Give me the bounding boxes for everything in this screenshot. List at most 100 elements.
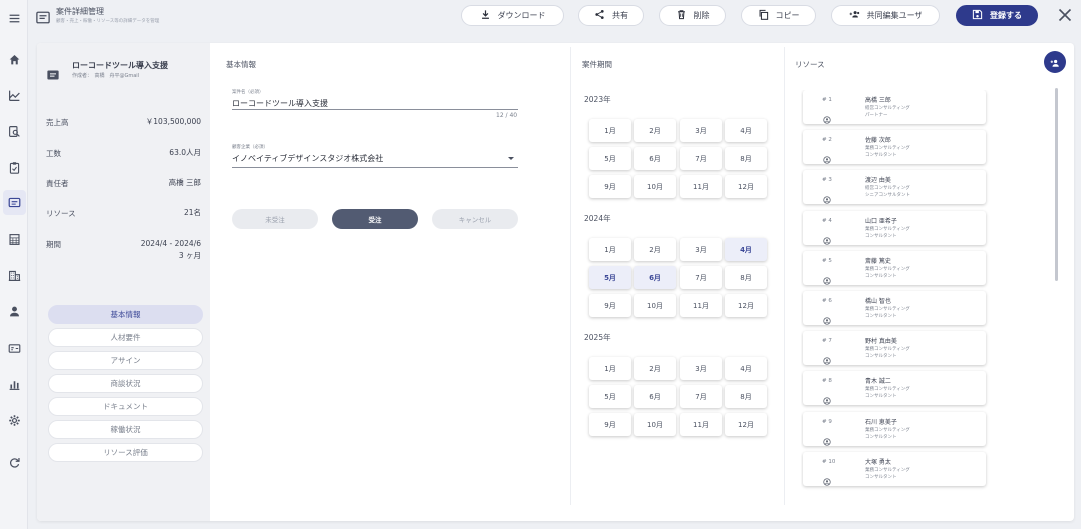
share-button[interactable]: 共有 bbox=[578, 5, 644, 26]
month-button[interactable]: 11月 bbox=[680, 294, 722, 317]
clipboard-icon[interactable] bbox=[4, 157, 24, 177]
tab-resource-evaluation[interactable]: リソース評価 bbox=[48, 443, 203, 462]
tab-assign[interactable]: アサイン bbox=[48, 351, 203, 370]
resource-item[interactable]: # 2 佐藤 次郎 業務コンサルティング コンサルタント bbox=[803, 130, 986, 165]
copy-button[interactable]: コピー bbox=[741, 5, 816, 26]
case-name-input[interactable]: ローコードツール導入支援 bbox=[232, 98, 328, 109]
month-button[interactable]: 10月 bbox=[634, 413, 676, 436]
month-button[interactable]: 4月 bbox=[725, 238, 767, 261]
resource-department: 業務コンサルティング bbox=[865, 266, 910, 272]
search-document-icon[interactable] bbox=[4, 121, 24, 141]
month-button[interactable]: 9月 bbox=[589, 175, 631, 198]
resource-item[interactable]: # 4 山口 亜希子 業務コンサルティング コンサルタント bbox=[803, 210, 986, 245]
resource-item[interactable]: # 1 高橋 三郎 経営コンサルティング パートナー bbox=[803, 90, 986, 124]
resource-item[interactable]: # 5 斎藤 篤史 業務コンサルティング コンサルタント bbox=[803, 250, 986, 285]
resource-number: # 1 bbox=[822, 97, 832, 103]
resource-scrollbar[interactable] bbox=[1055, 88, 1058, 281]
delete-label: 削除 bbox=[693, 11, 710, 20]
month-button[interactable]: 3月 bbox=[680, 119, 722, 142]
download-button[interactable]: ダウンロード bbox=[461, 5, 564, 26]
month-button[interactable]: 12月 bbox=[725, 413, 767, 436]
person-icon[interactable] bbox=[4, 301, 24, 321]
resource-department: 業務コンサルティング bbox=[865, 427, 910, 433]
resource-role: シニアコンサルタント bbox=[865, 193, 910, 199]
resource-number: # 5 bbox=[822, 257, 832, 264]
month-button[interactable]: 8月 bbox=[725, 385, 767, 408]
menu-icon[interactable] bbox=[4, 8, 24, 28]
resource-name: 大塚 勇太 bbox=[865, 458, 891, 466]
delete-button[interactable]: 削除 bbox=[659, 5, 726, 26]
month-button[interactable]: 2月 bbox=[634, 238, 676, 261]
tab-utilization[interactable]: 稼働状況 bbox=[48, 420, 203, 439]
note-icon[interactable] bbox=[3, 190, 26, 215]
month-button[interactable]: 5月 bbox=[589, 385, 631, 408]
stat-label-effort: 工数 bbox=[46, 149, 61, 158]
month-button[interactable]: 10月 bbox=[634, 175, 676, 198]
month-button[interactable]: 3月 bbox=[680, 238, 722, 261]
month-button[interactable]: 1月 bbox=[589, 119, 631, 142]
gear-icon[interactable] bbox=[4, 410, 24, 430]
close-icon[interactable] bbox=[1055, 5, 1075, 25]
resource-item[interactable]: # 7 野村 真由美 業務コンサルティング コンサルタント bbox=[803, 331, 986, 366]
case-name-counter: 12 / 40 bbox=[496, 112, 518, 119]
building-icon[interactable] bbox=[4, 265, 24, 285]
month-button[interactable]: 12月 bbox=[725, 294, 767, 317]
resource-item[interactable]: # 6 橋山 智也 業務コンサルティング コンサルタント bbox=[803, 291, 986, 325]
month-button[interactable]: 7月 bbox=[680, 385, 722, 408]
resource-item[interactable]: # 9 石川 恵美子 業務コンサルティング コンサルタント bbox=[803, 411, 986, 446]
download-label: ダウンロード bbox=[497, 11, 546, 20]
register-button[interactable]: 登録する bbox=[956, 5, 1038, 26]
chevron-down-icon[interactable] bbox=[508, 157, 514, 160]
tab-negotiation-status[interactable]: 商談状況 bbox=[48, 374, 203, 393]
status-not-ordered-button[interactable]: 未受注 bbox=[232, 209, 318, 229]
tab-documents[interactable]: ドキュメント bbox=[48, 397, 203, 416]
person-circle-icon bbox=[823, 431, 831, 446]
note-icon bbox=[47, 65, 59, 80]
month-button[interactable]: 2月 bbox=[634, 119, 676, 142]
share-label: 共有 bbox=[612, 11, 628, 20]
co-editors-button[interactable]: 共同編集ユーザ bbox=[831, 5, 940, 26]
month-button[interactable]: 2月 bbox=[634, 357, 676, 380]
grid-calendar-icon[interactable] bbox=[4, 229, 24, 249]
month-button[interactable]: 1月 bbox=[589, 357, 631, 380]
month-button[interactable]: 9月 bbox=[589, 413, 631, 436]
trending-icon[interactable] bbox=[4, 85, 24, 105]
refresh-icon[interactable] bbox=[4, 452, 24, 472]
month-button[interactable]: 12月 bbox=[725, 175, 767, 198]
tab-talent-requirements[interactable]: 人材要件 bbox=[48, 328, 203, 347]
month-button[interactable]: 6月 bbox=[634, 385, 676, 408]
month-button[interactable]: 10月 bbox=[634, 294, 676, 317]
resource-item[interactable]: # 3 渡辺 由美 経営コンサルティング シニアコンサルタント bbox=[803, 170, 986, 205]
status-cancel-button[interactable]: キャンセル bbox=[432, 209, 518, 229]
home-icon[interactable] bbox=[4, 49, 24, 69]
resource-item[interactable]: # 8 青木 誠二 業務コンサルティング コンサルタント bbox=[803, 371, 986, 406]
month-button[interactable]: 6月 bbox=[634, 266, 676, 289]
add-resource-button[interactable] bbox=[1044, 51, 1066, 73]
month-button[interactable]: 9月 bbox=[589, 294, 631, 317]
period-heading: 案件期間 bbox=[582, 60, 612, 69]
bar-chart-icon[interactable] bbox=[4, 374, 24, 394]
month-button[interactable]: 4月 bbox=[725, 119, 767, 142]
month-button[interactable]: 6月 bbox=[634, 147, 676, 170]
client-select[interactable]: イノベイティブデザインスタジオ株式会社 bbox=[232, 153, 383, 164]
stat-label-manager: 責任者 bbox=[46, 179, 69, 188]
tab-basic-info[interactable]: 基本情報 bbox=[48, 305, 203, 324]
month-button[interactable]: 7月 bbox=[680, 147, 722, 170]
resource-number: # 8 bbox=[822, 378, 832, 385]
month-button[interactable]: 7月 bbox=[680, 266, 722, 289]
id-card-icon[interactable] bbox=[4, 338, 24, 358]
status-ordered-button[interactable]: 受注 bbox=[332, 209, 418, 229]
month-button[interactable]: 4月 bbox=[725, 357, 767, 380]
month-button[interactable]: 1月 bbox=[589, 238, 631, 261]
month-button[interactable]: 5月 bbox=[589, 147, 631, 170]
month-button[interactable]: 8月 bbox=[725, 147, 767, 170]
resource-department: 業務コンサルティング bbox=[865, 347, 910, 353]
resource-item[interactable]: # 10 大塚 勇太 業務コンサルティング コンサルタント bbox=[803, 451, 986, 486]
month-button[interactable]: 11月 bbox=[680, 175, 722, 198]
month-button[interactable]: 5月 bbox=[589, 266, 631, 289]
person-circle-icon bbox=[823, 471, 831, 486]
month-button[interactable]: 11月 bbox=[680, 413, 722, 436]
month-button[interactable]: 3月 bbox=[680, 357, 722, 380]
month-button[interactable]: 8月 bbox=[725, 266, 767, 289]
resource-list[interactable]: # 1 高橋 三郎 経営コンサルティング パートナー # 2 佐藤 次郎 業務コンサルティン… bbox=[801, 90, 1001, 491]
